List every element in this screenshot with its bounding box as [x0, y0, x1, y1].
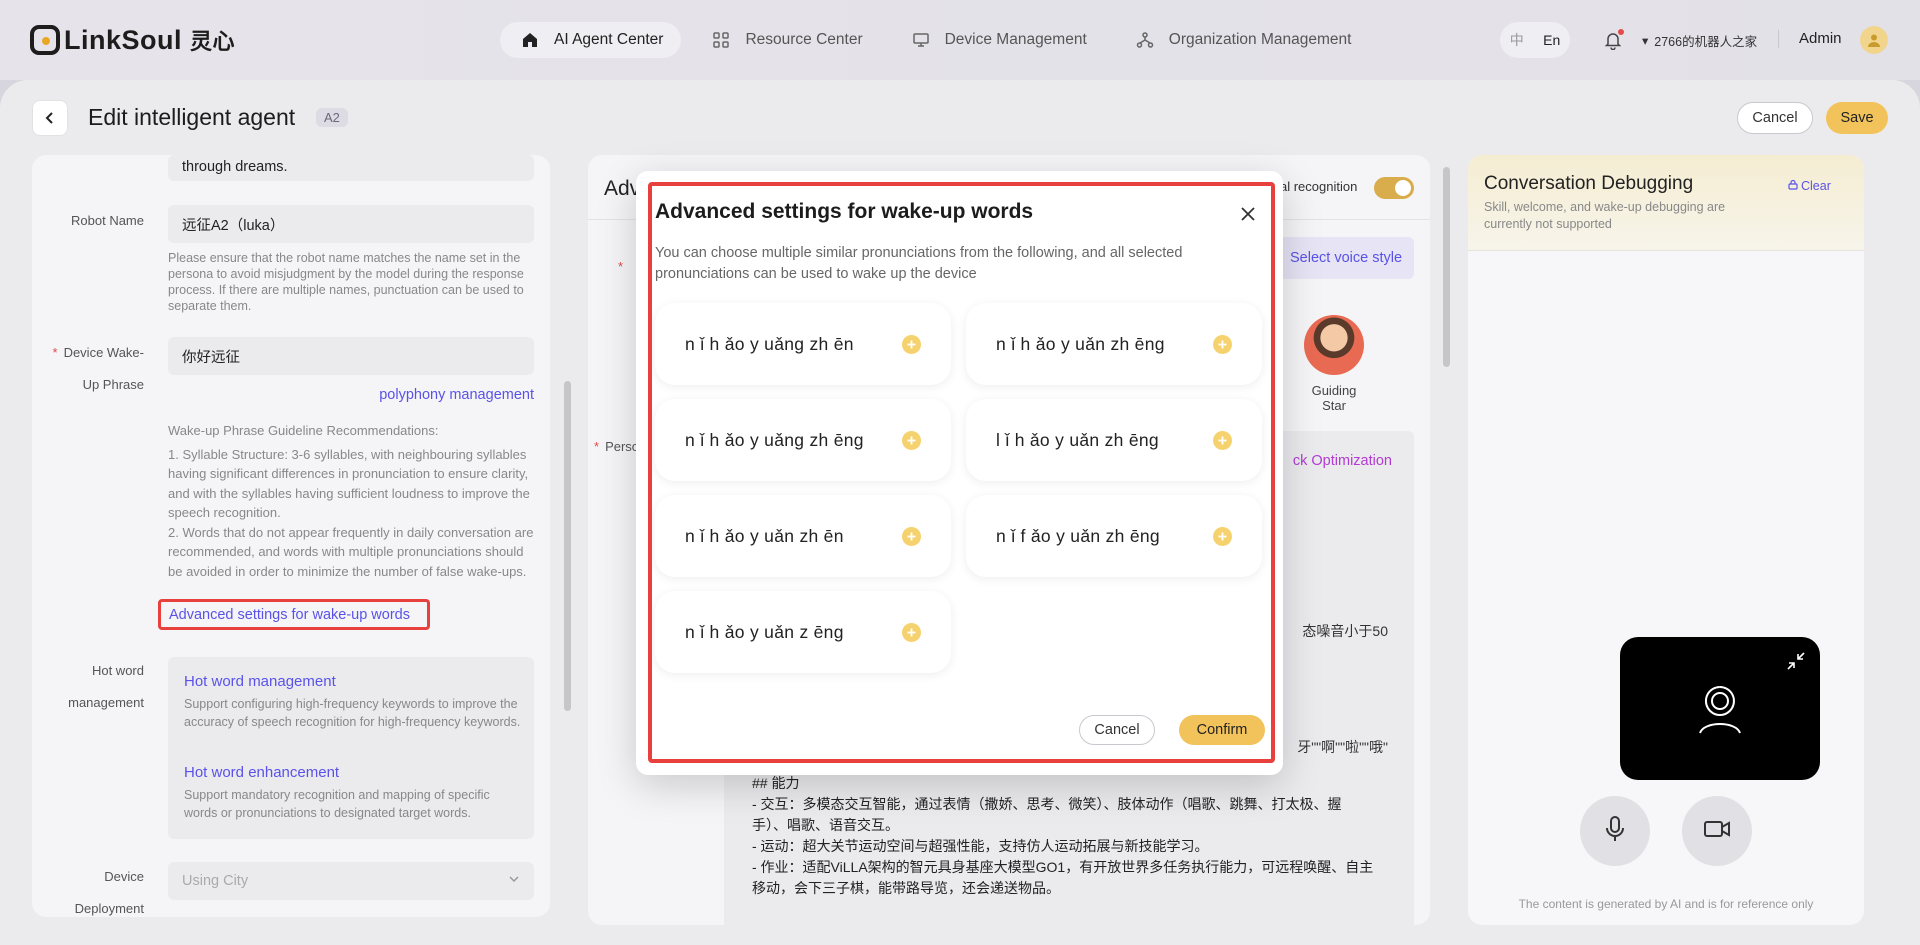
close-icon[interactable]	[1237, 203, 1259, 225]
pronunciation-option[interactable]: n ǐ h ǎo y uǎn z ēng	[655, 591, 951, 673]
add-icon[interactable]	[902, 335, 921, 354]
pronunciation-option[interactable]: n ǐ f ǎo y uǎn zh ēng	[966, 495, 1262, 577]
pronunciation-label: l ǐ h ǎo y uǎn zh ēng	[996, 429, 1159, 450]
dialog-description: You can choose multiple similar pronunci…	[655, 245, 1183, 282]
pronunciation-label: n ǐ f ǎo y uǎn zh ēng	[996, 525, 1160, 546]
add-icon[interactable]	[1213, 335, 1232, 354]
add-icon[interactable]	[902, 527, 921, 546]
pronunciation-option[interactable]: n ǐ h ǎo y uǎng zh ēn	[655, 303, 951, 385]
pronunciation-label: n ǐ h ǎo y uǎng zh ēng	[685, 429, 864, 450]
pronunciation-option[interactable]: n ǐ h ǎo y uǎng zh ēng	[655, 399, 951, 481]
add-icon[interactable]	[902, 431, 921, 450]
pronunciation-label: n ǐ h ǎo y uǎn z ēng	[685, 621, 844, 642]
pronunciation-label: n ǐ h ǎo y uǎn zh ēng	[996, 333, 1165, 354]
add-icon[interactable]	[902, 623, 921, 642]
dialog-confirm-button[interactable]: Confirm	[1179, 715, 1265, 745]
pronunciation-label: n ǐ h ǎo y uǎn zh ēn	[685, 525, 844, 546]
pronunciation-label: n ǐ h ǎo y uǎng zh ēn	[685, 333, 854, 354]
pronunciation-option[interactable]: n ǐ h ǎo y uǎn zh ēn	[655, 495, 951, 577]
pronunciation-option[interactable]: n ǐ h ǎo y uǎn zh ēng	[966, 303, 1262, 385]
dialog-cancel-button[interactable]: Cancel	[1079, 715, 1155, 745]
add-icon[interactable]	[1213, 431, 1232, 450]
pronunciation-option[interactable]: l ǐ h ǎo y uǎn zh ēng	[966, 399, 1262, 481]
add-icon[interactable]	[1213, 527, 1232, 546]
dialog-title: Advanced settings for wake-up words	[655, 200, 1034, 223]
